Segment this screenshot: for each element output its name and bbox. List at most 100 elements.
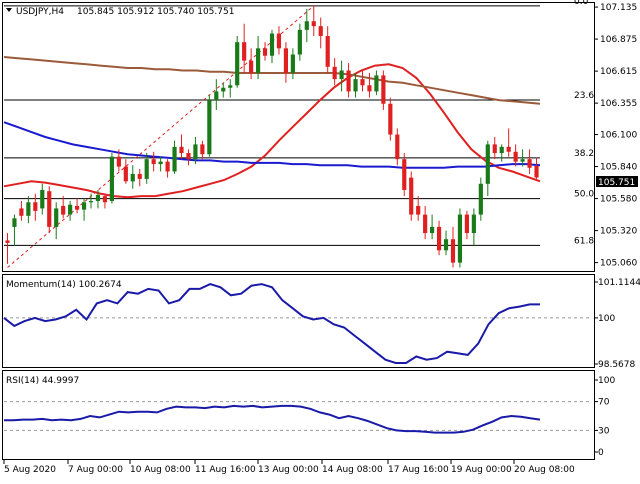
rsi-polyline: [4, 404, 541, 434]
moving-average-line: [3, 56, 541, 105]
candle-body: [109, 156, 114, 202]
ohlc-values: 105.845 105.912 105.740 105.751: [77, 7, 234, 17]
candle-body: [262, 48, 268, 56]
candle-body: [430, 226, 435, 234]
momentum-axis: 101.1144 100 98.5678: [594, 278, 640, 370]
candle-body: [443, 239, 449, 251]
candle-body: [450, 239, 456, 263]
candle-body: [200, 144, 205, 155]
candle-body: [283, 48, 289, 73]
rsi-tick-label: 70: [598, 398, 610, 408]
candle-body: [179, 146, 184, 154]
trend-line[interactable]: [7, 5, 315, 268]
candle-body: [68, 204, 73, 215]
candle-body: [290, 54, 295, 73]
candle-body: [304, 21, 309, 30]
momentum-tick-label: 98.5678: [598, 360, 635, 370]
candle-body: [158, 161, 163, 165]
candle-body: [242, 42, 247, 61]
fib-level-label: 0.0: [574, 0, 589, 7]
price-tick-label: 106.875: [600, 35, 637, 45]
price-pane[interactable]: 0.0 23.6 38.2 50.0 61.8 USDJPY,H4 105.845 10…: [2, 0, 595, 272]
candle-body: [130, 173, 135, 182]
candle-body: [95, 194, 101, 202]
candle-body: [33, 202, 38, 211]
candle-body: [367, 85, 372, 92]
candle-body: [102, 196, 108, 203]
candle-body: [464, 214, 469, 234]
candle-body: [325, 36, 330, 67]
candle-body: [54, 208, 59, 227]
candle-body: [513, 151, 518, 162]
momentum-title: Momentum(14) 100.2674: [6, 280, 122, 290]
candle-body: [520, 159, 525, 162]
time-tick-label: 13 Aug 00:00: [258, 465, 319, 475]
current-price-label: 105.751: [596, 176, 638, 188]
candle-body: [137, 173, 142, 179]
time-axis: 5 Aug 2020 7 Aug 00:00 10 Aug 08:00 11 Aug …: [3, 460, 575, 475]
candle-body: [269, 33, 275, 56]
rsi-axis: 100 70 30 0: [594, 376, 615, 458]
price-tick-label: 106.355: [600, 99, 637, 109]
candle-body: [471, 214, 476, 234]
candle-body: [332, 66, 337, 80]
collapse-arrow-icon[interactable]: [6, 8, 12, 12]
price-tick-label: 107.135: [600, 3, 637, 13]
moving-average-line: [3, 121, 541, 169]
candle-body: [172, 146, 177, 172]
candle-body: [388, 103, 393, 135]
time-tick-label: 5 Aug 2020: [4, 465, 56, 475]
candle-body: [5, 240, 10, 243]
rsi-tick-label: 30: [598, 426, 610, 436]
rsi-line: [4, 401, 592, 434]
chart-window[interactable]: 0.0 23.6 38.2 50.0 61.8 USDJPY,H4 105.845 10…: [0, 0, 640, 480]
candle-body: [207, 100, 212, 155]
moving-averages: [3, 56, 541, 199]
momentum-polyline: [3, 283, 540, 364]
rsi-pane[interactable]: RSI(14) 44.9997: [2, 370, 595, 460]
candle-body: [12, 218, 17, 227]
candle-body: [221, 87, 226, 92]
candle-body: [116, 156, 121, 167]
candle-body: [534, 165, 539, 178]
time-tick-label: 20 Aug 08:00: [514, 465, 575, 475]
candle-body: [423, 214, 428, 234]
time-tick-label: 19 Aug 00:00: [451, 465, 512, 475]
price-axis[interactable]: 107.135 106.875 106.615 106.355 106.100 105.8…: [594, 3, 637, 269]
candle-body: [402, 159, 407, 190]
candle-body: [249, 60, 254, 73]
candle-body: [151, 159, 156, 165]
candle-body: [395, 134, 400, 160]
chart-canvas[interactable]: 0.0 23.6 38.2 50.0 61.8 USDJPY,H4 105.845 10…: [0, 0, 640, 480]
rsi-tick-label: 0: [598, 448, 604, 458]
time-tick-label: 14 Aug 08:00: [322, 465, 383, 475]
candle-body: [346, 70, 351, 92]
candle-body: [144, 159, 149, 179]
rsi-tick-label: 100: [598, 376, 615, 386]
fib-anchor-line[interactable]: [7, 5, 315, 268]
fib-level-label: 38.2: [574, 149, 594, 159]
candle-body: [374, 75, 379, 92]
time-tick-label: 10 Aug 08:00: [130, 465, 191, 475]
price-tick-label: 105.320: [600, 227, 637, 237]
candle-body: [318, 26, 323, 37]
price-tick-label: 106.615: [600, 67, 637, 77]
candle-body: [186, 153, 191, 160]
momentum-pane[interactable]: Momentum(14) 100.2674: [2, 274, 595, 368]
candle-body: [353, 79, 358, 92]
candle-body: [75, 205, 80, 210]
fib-level-label: 23.6: [574, 91, 594, 101]
candle-body: [416, 205, 421, 215]
price-tick-label: 105.060: [600, 259, 637, 269]
candle-body: [499, 146, 504, 154]
candle-body: [193, 144, 198, 160]
price-tick-label: 105.580: [600, 195, 637, 205]
candle-body: [506, 146, 511, 152]
candlesticks: [5, 5, 539, 268]
candle-body: [381, 75, 386, 104]
current-price-value: 105.751: [598, 178, 635, 188]
candle-body: [165, 161, 170, 172]
candle-body: [436, 226, 442, 251]
candle-body: [457, 214, 463, 263]
fib-level-label: 61.8: [574, 236, 594, 246]
